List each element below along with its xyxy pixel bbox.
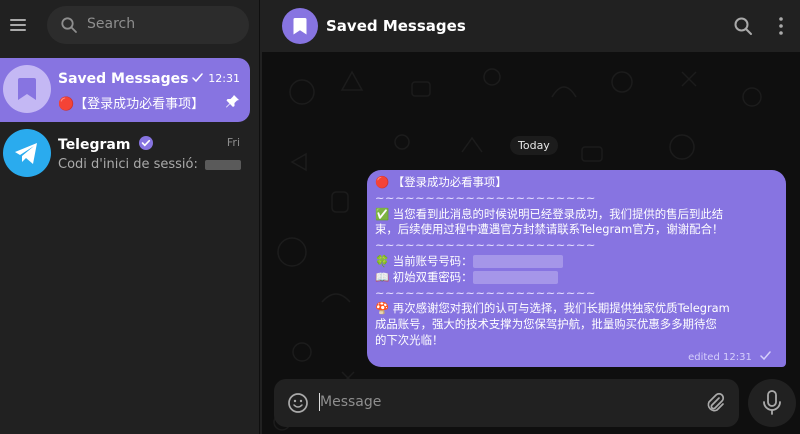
message-line: 束，后续使用过程中遭遇官方封禁请联系Telegram官方，谢谢配合！	[375, 222, 724, 237]
message-status: edited 12:31	[688, 352, 752, 363]
double-check-icon	[760, 351, 771, 361]
chat-header: Saved Messages	[262, 0, 800, 52]
smile-icon[interactable]	[287, 392, 309, 414]
phone-label: 🍀 当前账号号码：	[375, 253, 473, 268]
spoiler-mask	[205, 159, 241, 170]
bookmark-icon	[18, 78, 36, 100]
search-icon	[61, 17, 77, 33]
search-input[interactable]: Search	[47, 6, 249, 44]
message-line: 的下次光临！	[375, 332, 444, 347]
message-line-phone: 🍀 当前账号号码：	[375, 254, 778, 270]
header-avatar[interactable]	[282, 8, 318, 44]
message-bubble[interactable]: 🔴 【登录成功必看事项】 ~~~~~~~~~~~~~~~~~~~~~~ ✅ 当您…	[367, 170, 786, 367]
chat-area: Today 🔴 【登录成功必看事项】 ~~~~~~~~~~~~~~~~~~~~~…	[262, 52, 800, 434]
microphone-icon	[763, 390, 781, 415]
chat-time-text: 12:31	[208, 72, 240, 85]
date-separator: Today	[510, 136, 558, 155]
paperclip-icon[interactable]	[704, 392, 726, 414]
more-icon[interactable]	[778, 16, 784, 36]
header-title[interactable]: Saved Messages	[326, 17, 466, 35]
saved-messages-avatar	[3, 65, 51, 113]
chat-time: 12:31	[192, 72, 240, 85]
message-line: 成品账号，强大的技术支撑为您保驾护航，批量购买优惠多多期待您	[375, 317, 717, 332]
message-composer[interactable]: Message	[274, 379, 739, 427]
menu-icon[interactable]	[8, 10, 32, 40]
chat-item-saved-messages[interactable]: Saved Messages 12:31 🔴【登录成功必看事项】	[0, 58, 250, 122]
chat-item-telegram[interactable]: Telegram Fri Codi d'inici de sessió:	[0, 122, 250, 186]
chat-time: Fri	[226, 136, 240, 149]
search-placeholder: Search	[87, 16, 136, 32]
chat-list-sidebar: Search Saved Messages 12:31 🔴【登录成功必看事项】	[0, 0, 260, 434]
chat-preview: 🔴【登录成功必看事项】	[58, 97, 205, 112]
voice-record-button[interactable]	[748, 379, 796, 427]
telegram-avatar	[3, 129, 51, 177]
message-input[interactable]: Message	[320, 394, 381, 410]
double-check-icon	[192, 73, 204, 83]
message-meta: edited 12:31	[688, 351, 774, 363]
message-line: 🍄 再次感谢您对我们的认可与选择，我们长期提供独家优质Telegram	[375, 301, 730, 316]
message-line-password: 📖 初始双重密码：	[375, 270, 778, 286]
message-separator: ~~~~~~~~~~~~~~~~~~~~~~	[375, 190, 596, 205]
message-line: 🔴 【登录成功必看事项】	[375, 175, 507, 189]
chat-title: Saved Messages	[58, 71, 189, 87]
chat-preview: Codi d'inici de sessió:	[58, 157, 241, 172]
paper-plane-icon	[15, 143, 37, 164]
redacted-password	[472, 270, 558, 284]
redacted-phone	[472, 254, 563, 268]
verified-badge-icon	[139, 136, 154, 150]
message-separator: ~~~~~~~~~~~~~~~~~~~~~~	[375, 238, 596, 253]
chat-title-text: Telegram	[58, 137, 131, 153]
pin-icon	[226, 95, 239, 108]
search-icon[interactable]	[733, 16, 753, 36]
password-label: 📖 初始双重密码：	[375, 269, 473, 284]
bookmark-icon	[293, 18, 307, 35]
sidebar-topbar: Search	[0, 0, 260, 52]
chat-preview-text: Codi d'inici de sessió:	[58, 157, 198, 172]
message-line: ✅ 当您看到此消息的时候说明已经登录成功，我们提供的售后到此结	[375, 206, 724, 221]
chat-title: Telegram	[58, 135, 154, 153]
message-separator: ~~~~~~~~~~~~~~~~~~~~~~	[375, 285, 596, 300]
